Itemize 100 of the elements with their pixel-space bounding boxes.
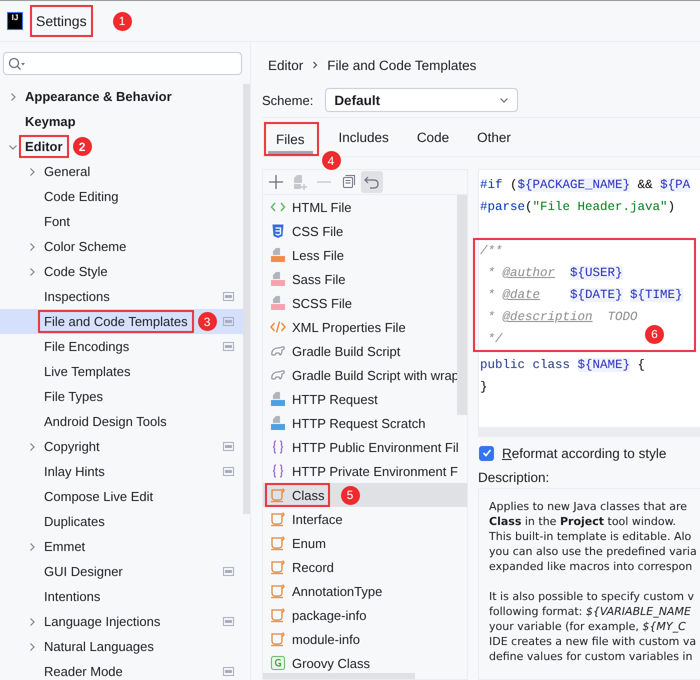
tab[interactable]: Files [268, 124, 313, 154]
tree-item[interactable]: General [0, 159, 243, 184]
g-file-icon [270, 655, 286, 671]
description-label: Description: [478, 470, 550, 488]
tree-item[interactable]: Appearance & Behavior [0, 84, 243, 109]
cup-icon [270, 511, 286, 527]
checkbox[interactable] [479, 446, 494, 461]
breadcrumb-item: File and Code Templates [327, 58, 476, 72]
tree-item[interactable]: Font [0, 209, 243, 234]
template-item[interactable]: HTTP Request Scratch [263, 411, 456, 435]
tree-item[interactable]: Editor 2 [0, 134, 243, 159]
description-text: IDE creates a new file with custom va [489, 634, 696, 649]
tree-item[interactable]: Live Templates [0, 359, 243, 384]
template-item[interactable]: Interface [263, 507, 456, 531]
description-text: Applies to new Java classes that are [489, 499, 688, 514]
tree-item[interactable]: Intentions [0, 584, 243, 609]
project-level-icon [223, 292, 234, 301]
tree-item[interactable]: Android Design Tools [0, 409, 243, 434]
scrollbar[interactable] [457, 195, 467, 415]
project-level-icon [223, 667, 234, 676]
template-item[interactable]: HTML File [263, 195, 456, 219]
tree-item[interactable]: Inlay Hints [0, 459, 243, 484]
cup-icon [270, 607, 286, 623]
tree-item[interactable]: Natural Languages [0, 634, 243, 659]
template-item[interactable]: HTTP Request [263, 387, 456, 411]
project-level-icon [223, 467, 234, 476]
tree-item[interactable]: Code Editing [0, 184, 243, 209]
tab[interactable]: Other [469, 118, 519, 156]
tree-item[interactable]: GUI Designer [0, 559, 243, 584]
checkmark-icon [480, 447, 492, 460]
template-item[interactable]: Less File [263, 243, 456, 267]
project-level-icon [223, 567, 234, 576]
project-level-icon [223, 317, 234, 326]
code-line: /** [479, 243, 503, 260]
template-item[interactable]: AnnotationType [263, 579, 456, 603]
tree-item[interactable]: Color Scheme [0, 234, 243, 259]
window-title: Settings [36, 13, 87, 29]
template-item[interactable]: SCSS File [263, 291, 456, 315]
tree-item[interactable]: Keymap [0, 109, 243, 134]
breadcrumb-item[interactable]: Editor [268, 58, 304, 72]
scheme-dropdown[interactable]: Default [325, 88, 518, 112]
tree-item[interactable]: Code Style [0, 259, 243, 284]
scrollbar[interactable] [243, 84, 250, 514]
callout-badge: 3 [198, 312, 217, 331]
cup-icon [270, 559, 286, 575]
template-item[interactable]: module-info [263, 627, 456, 651]
tree-item[interactable]: Inspections [0, 284, 243, 309]
description-text: Class in the Project tool window. [489, 514, 676, 529]
file-type-icon [270, 247, 286, 263]
tab[interactable]: Code [408, 118, 458, 156]
chevron-right-icon[interactable] [27, 266, 37, 276]
callout-badge: 4 [322, 151, 341, 170]
template-item[interactable]: Groovy Class [263, 651, 456, 675]
tree-item[interactable]: Reader Mode [0, 659, 243, 680]
template-item[interactable]: Record [263, 555, 456, 579]
code-line: * @date ${DATE} ${TIME} [486, 287, 683, 304]
template-item[interactable]: Enum [263, 531, 456, 555]
checkbox-label[interactable]: Reformat according to style [502, 446, 666, 461]
search-field[interactable] [3, 52, 242, 75]
template-item[interactable]: Class 5 [263, 483, 467, 507]
chevron-right-icon[interactable] [27, 616, 37, 626]
template-item[interactable]: CSS File [263, 219, 456, 243]
scrollbar[interactable] [263, 673, 415, 679]
callout-frame: File and Code Templates [38, 310, 194, 333]
tree-item[interactable]: Emmet [0, 534, 243, 559]
file-type-icon [270, 391, 286, 407]
template-item[interactable]: Sass File [263, 267, 456, 291]
callout-badge: 5 [340, 486, 360, 504]
cup-icon [270, 583, 286, 599]
project-level-icon [223, 442, 234, 451]
undo-icon[interactable] [361, 171, 383, 193]
code-line: public class ${NAME} { [479, 357, 646, 374]
scheme-label: Scheme: [262, 92, 314, 108]
chevron-right-icon[interactable] [27, 242, 37, 252]
chevron-right-icon[interactable] [27, 166, 37, 176]
code-line: */ [486, 331, 503, 348]
tree-item[interactable]: File Encodings [0, 334, 243, 359]
template-item[interactable]: package-info [263, 603, 456, 627]
description-text: expanded like macros into correspon [489, 559, 692, 574]
template-item[interactable]: HTTP Private Environment F [263, 459, 456, 483]
callout-badge: 1 [112, 12, 132, 30]
tree-item[interactable]: Duplicates [0, 509, 243, 534]
template-item[interactable]: HTTP Public Environment Fil [263, 435, 456, 459]
chevron-right-icon[interactable] [8, 92, 18, 102]
app-logo: IJ [8, 13, 22, 29]
project-level-icon [223, 617, 234, 626]
tree-item[interactable]: Language Injections [0, 609, 243, 634]
chevron-right-icon[interactable] [27, 442, 37, 452]
chevron-right-icon[interactable] [27, 642, 37, 652]
tree-item[interactable]: Copyright [0, 434, 243, 459]
cup-icon [270, 535, 286, 551]
chevron-right-icon[interactable] [27, 542, 37, 552]
tree-item[interactable]: Compose Live Edit [0, 484, 243, 509]
callout-badge: 2 [72, 137, 92, 156]
template-item[interactable]: XML Properties File [263, 315, 456, 339]
template-item[interactable]: Gradle Build Script [263, 339, 456, 363]
tree-item[interactable]: File Types [0, 384, 243, 409]
tree-item[interactable]: File and Code Templates 3 [0, 309, 243, 334]
callout-frame: Class [265, 483, 330, 507]
curly-braces-icon [270, 439, 286, 455]
